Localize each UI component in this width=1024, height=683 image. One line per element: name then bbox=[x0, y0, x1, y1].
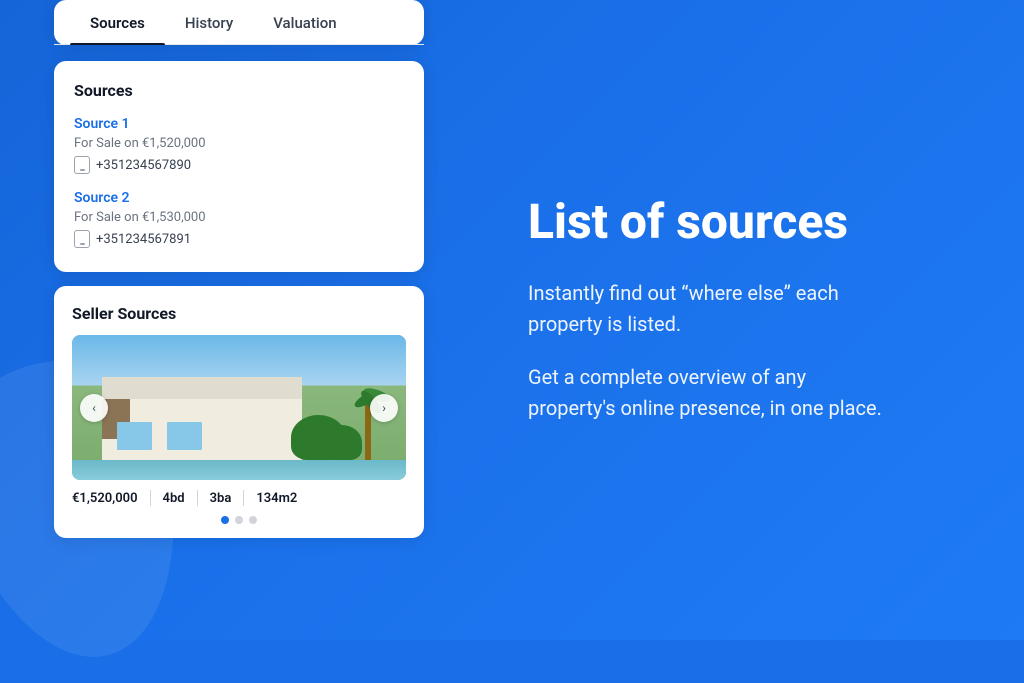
source-1-link[interactable]: Source 1 bbox=[74, 116, 404, 132]
property-price: €1,520,000 bbox=[72, 491, 150, 506]
source-1-phone-number: +351234567890 bbox=[96, 158, 191, 173]
house-window-2 bbox=[167, 422, 202, 450]
phone-icon-1 bbox=[74, 156, 90, 174]
tab-card: Sources History Valuation bbox=[54, 0, 424, 45]
dot-2[interactable] bbox=[235, 516, 243, 524]
property-stats: €1,520,000 4bd 3ba 134m2 bbox=[72, 490, 406, 506]
phone-icon-2 bbox=[74, 230, 90, 248]
seller-sources-title: Seller Sources bbox=[72, 304, 406, 323]
sources-title: Sources bbox=[74, 81, 404, 100]
dot-3[interactable] bbox=[249, 516, 257, 524]
property-baths: 3ba bbox=[198, 491, 244, 506]
property-image: ‹ › bbox=[72, 335, 406, 480]
source-1-phone-row: +351234567890 bbox=[74, 156, 404, 174]
dots-row bbox=[72, 516, 406, 524]
dot-1[interactable] bbox=[221, 516, 229, 524]
main-title: List of sources bbox=[528, 194, 974, 249]
source-2-phone-row: +351234567891 bbox=[74, 230, 404, 248]
bush-right bbox=[291, 415, 346, 460]
left-panel: Sources History Valuation Sources Source… bbox=[0, 0, 478, 640]
source-2-link[interactable]: Source 2 bbox=[74, 190, 404, 206]
source-1-price: For Sale on €1,520,000 bbox=[74, 136, 404, 151]
photo-art bbox=[72, 335, 406, 480]
source-item-1: Source 1 For Sale on €1,520,000 +3512345… bbox=[74, 116, 404, 174]
house-roof bbox=[102, 377, 302, 399]
prev-arrow[interactable]: ‹ bbox=[80, 394, 108, 422]
property-beds: 4bd bbox=[151, 491, 197, 506]
tab-bar: Sources History Valuation bbox=[54, 0, 424, 45]
source-item-2: Source 2 For Sale on €1,530,000 +3512345… bbox=[74, 190, 404, 248]
tab-valuation[interactable]: Valuation bbox=[253, 0, 356, 44]
property-area: 134m2 bbox=[244, 491, 309, 506]
right-panel: List of sources Instantly find out “wher… bbox=[478, 0, 1024, 640]
desc-2: Get a complete overview of any property'… bbox=[528, 362, 888, 424]
tab-history[interactable]: History bbox=[165, 0, 253, 44]
source-2-phone-number: +351234567891 bbox=[96, 232, 191, 247]
tab-sources[interactable]: Sources bbox=[70, 0, 165, 44]
sources-card: Sources Source 1 For Sale on €1,520,000 … bbox=[54, 61, 424, 272]
desc-1: Instantly find out “where else” each pro… bbox=[528, 278, 888, 340]
next-arrow[interactable]: › bbox=[370, 394, 398, 422]
source-2-price: For Sale on €1,530,000 bbox=[74, 210, 404, 225]
seller-card: Seller Sources bbox=[54, 286, 424, 538]
house-window-1 bbox=[117, 422, 152, 450]
pool-area bbox=[72, 460, 406, 480]
house-body bbox=[102, 397, 302, 462]
